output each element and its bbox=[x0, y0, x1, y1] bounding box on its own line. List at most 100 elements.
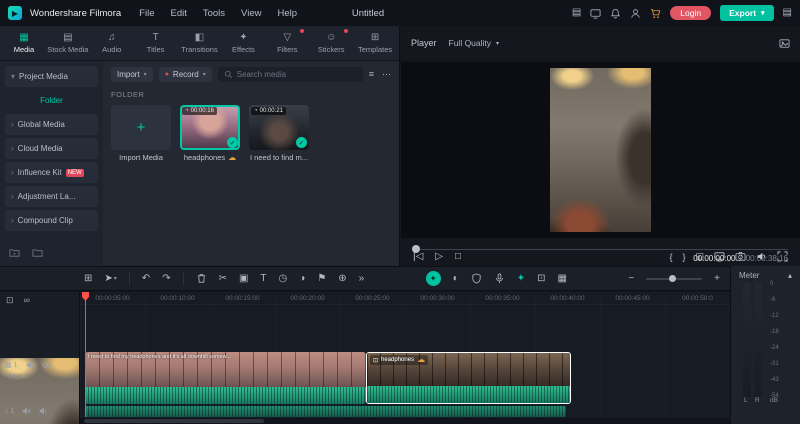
more-tools-icon[interactable]: » bbox=[359, 273, 365, 284]
layout-icon[interactable]: ▤ bbox=[572, 8, 581, 18]
link-clips-icon[interactable]: ∞ bbox=[24, 295, 30, 306]
voice-mic-icon[interactable] bbox=[494, 273, 505, 284]
search-input[interactable] bbox=[236, 70, 357, 79]
import-media-dropzone[interactable]: + bbox=[111, 105, 171, 150]
login-button[interactable]: Login bbox=[670, 6, 712, 20]
media-bin-toolbar: Import ▾ ● Record ▾ Search media ≡ ⋯ bbox=[111, 67, 391, 82]
account-icon[interactable] bbox=[630, 8, 641, 19]
cart-icon[interactable] bbox=[650, 8, 661, 19]
clip-thumbnail[interactable]: ◔ 00:00:16 ✓ bbox=[180, 105, 240, 150]
keyframe-icon[interactable]: ⊕ bbox=[338, 273, 346, 284]
sidebar-item-folder[interactable]: Folder bbox=[5, 90, 98, 111]
delete-icon[interactable] bbox=[196, 273, 207, 284]
snapshot-camera-icon[interactable] bbox=[735, 251, 746, 262]
tab-stock-media[interactable]: ▤ Stock Media bbox=[46, 26, 90, 60]
volume-icon[interactable] bbox=[38, 406, 48, 416]
playhead[interactable] bbox=[82, 292, 89, 417]
video-preview[interactable] bbox=[550, 68, 651, 232]
zoom-slider[interactable] bbox=[646, 275, 703, 282]
collapse-meter-icon[interactable]: ▴ bbox=[788, 271, 792, 280]
tab-filters[interactable]: ▽ Filters bbox=[265, 26, 309, 60]
new-folder-icon[interactable] bbox=[9, 247, 20, 258]
timeline-ruler[interactable]: 00:00:05:00 00:00:10:00 00:00:15:00 00:0… bbox=[80, 292, 730, 305]
notifications-bell-icon[interactable] bbox=[610, 8, 621, 19]
tab-titles[interactable]: T Titles bbox=[134, 26, 178, 60]
tab-media[interactable]: ▦ Media bbox=[2, 26, 46, 60]
cloud-upload-icon: ☁ bbox=[417, 355, 426, 364]
shield-icon[interactable] bbox=[471, 273, 482, 284]
sidebar-item-cloud-media[interactable]: › Cloud Media bbox=[5, 138, 98, 159]
eye-visibility-icon[interactable] bbox=[41, 360, 52, 370]
seek-track[interactable] bbox=[413, 248, 788, 250]
sidebar-item-influence-kit[interactable]: › Influence Kit NEW bbox=[5, 162, 98, 183]
mask-icon[interactable]: ◐ bbox=[453, 273, 459, 284]
record-button[interactable]: ● Record ▾ bbox=[158, 67, 212, 82]
display-icon[interactable] bbox=[590, 8, 601, 19]
redo-icon[interactable]: ↷ bbox=[162, 273, 170, 284]
mark-in-icon[interactable]: { bbox=[669, 252, 672, 262]
track-layout-icon[interactable]: ⊞ bbox=[84, 273, 92, 284]
ai-assistant-icon[interactable]: ✦ bbox=[425, 271, 441, 286]
import-media-tile[interactable]: + Import Media bbox=[111, 105, 171, 162]
audio-track-clip[interactable] bbox=[85, 406, 566, 417]
shortcut-keys-icon[interactable]: ▦ bbox=[557, 273, 566, 284]
import-button[interactable]: Import ▾ bbox=[111, 67, 153, 82]
sidebar-item-adjustment-layer[interactable]: › Adjustment La... bbox=[5, 186, 98, 207]
timeline-hscrollbar[interactable] bbox=[80, 418, 730, 424]
menu-view[interactable]: View bbox=[241, 8, 261, 19]
zoom-in-icon[interactable]: + bbox=[714, 273, 720, 284]
video-track[interactable]: I need to find my headphones and it's al… bbox=[80, 352, 730, 404]
pip-view-icon[interactable]: ◱ bbox=[695, 251, 704, 262]
sidebar-item-compound-clip[interactable]: › Compound Clip bbox=[5, 210, 98, 231]
text-tool-icon[interactable]: T bbox=[260, 273, 266, 284]
menu-file[interactable]: File bbox=[139, 8, 154, 19]
mute-track-icon[interactable] bbox=[25, 360, 35, 370]
search-field[interactable] bbox=[217, 67, 363, 82]
menu-tools[interactable]: Tools bbox=[203, 8, 225, 19]
tab-transitions[interactable]: ◧ Transitions bbox=[178, 26, 222, 60]
timeline-clip-1[interactable]: I need to find my headphones and it's al… bbox=[85, 352, 366, 404]
export-button[interactable]: Export ▾ bbox=[720, 5, 774, 21]
second-display-icon[interactable] bbox=[714, 251, 725, 262]
media-clip-i-need-to-find[interactable]: ◔ 00:00:21 ✓ I need to find m... bbox=[249, 105, 309, 162]
quality-dropdown[interactable]: Full Quality ▾ bbox=[449, 38, 500, 48]
split-scissors-icon[interactable]: ✂ bbox=[219, 273, 227, 284]
timeline-clip-2-selected[interactable]: ⊡ headphones ☁ bbox=[366, 352, 571, 404]
timeline-tracks-area[interactable]: 00:00:05:00 00:00:10:00 00:00:15:00 00:0… bbox=[80, 292, 730, 424]
more-options-icon[interactable]: ⋯ bbox=[382, 69, 391, 80]
fullscreen-icon[interactable] bbox=[777, 251, 788, 262]
tab-stickers[interactable]: ☺ Stickers bbox=[309, 26, 353, 60]
media-clip-headphones[interactable]: ◔ 00:00:16 ✓ headphones ☁ bbox=[180, 105, 240, 162]
undo-icon[interactable]: ↶ bbox=[142, 273, 150, 284]
menu-edit[interactable]: Edit bbox=[170, 8, 186, 19]
mark-out-icon[interactable]: } bbox=[682, 252, 685, 262]
mute-audio-icon[interactable] bbox=[21, 406, 32, 416]
zoom-out-icon[interactable]: − bbox=[628, 273, 634, 284]
preview-image-icon[interactable] bbox=[779, 38, 790, 49]
menu-help[interactable]: Help bbox=[277, 8, 297, 19]
stop-icon[interactable]: □ bbox=[455, 251, 461, 262]
panel-layout-icon[interactable]: ▤ bbox=[783, 8, 792, 18]
magic-wand-icon[interactable]: ✦ bbox=[517, 273, 525, 284]
export-frame-icon[interactable]: ⊡ bbox=[537, 273, 545, 284]
previous-frame-icon[interactable]: |◁ bbox=[413, 251, 423, 262]
play-icon[interactable]: ▷ bbox=[435, 251, 443, 262]
tab-audio[interactable]: ♫ Audio bbox=[90, 26, 134, 60]
marker-icon[interactable]: ⚑ bbox=[317, 273, 326, 284]
manage-tracks-icon[interactable]: ⊡ bbox=[6, 295, 14, 306]
hscrollbar-thumb[interactable] bbox=[84, 419, 264, 423]
tab-effects[interactable]: ✦ Effects bbox=[221, 26, 265, 60]
clip-thumbnail[interactable]: ◔ 00:00:21 ✓ bbox=[249, 105, 309, 150]
sidebar-item-project-media[interactable]: ▾ Project Media bbox=[5, 66, 98, 87]
folder-icon[interactable] bbox=[32, 247, 43, 258]
check-badge-icon: ✓ bbox=[227, 137, 238, 148]
filter-icon[interactable]: ≡ bbox=[369, 69, 374, 80]
sidebar-item-global-media[interactable]: › Global Media bbox=[5, 114, 98, 135]
crop-icon[interactable]: ▣ bbox=[239, 273, 248, 284]
select-tool-icon[interactable]: ➤ ▾ bbox=[104, 273, 116, 284]
speed-icon[interactable]: ◷ bbox=[279, 273, 288, 284]
zoom-slider-handle[interactable] bbox=[668, 275, 676, 282]
speaker-icon[interactable] bbox=[756, 251, 767, 262]
color-icon[interactable]: ◑ bbox=[299, 273, 305, 284]
tab-templates[interactable]: ⊞ Templates bbox=[353, 26, 397, 60]
